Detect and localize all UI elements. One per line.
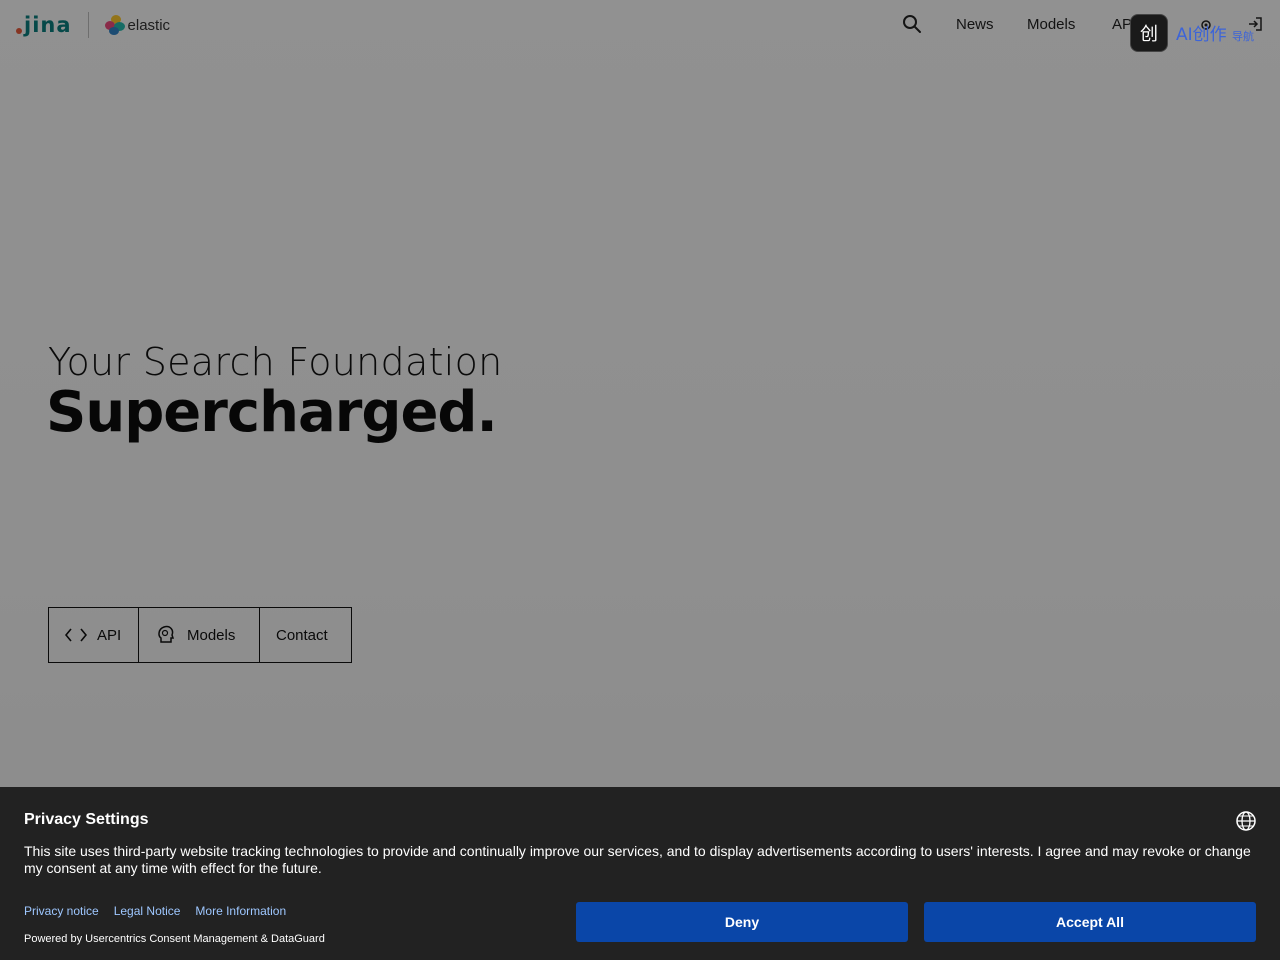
brand-logos[interactable]: jina elastic	[16, 12, 170, 38]
search-icon[interactable]	[902, 14, 922, 34]
nav-models-link[interactable]: Models	[1027, 16, 1075, 33]
brain-head-icon	[158, 625, 175, 643]
hero-api-label: API	[97, 626, 122, 644]
extension-sublabel: 导航	[1232, 30, 1254, 43]
hero-contact-label: Contact	[276, 626, 328, 644]
accept-all-button[interactable]: Accept All	[924, 902, 1256, 942]
more-information-link[interactable]: More Information	[195, 904, 286, 918]
code-icon	[65, 628, 87, 642]
hero-title: Supercharged.	[46, 380, 498, 445]
deny-button[interactable]: Deny	[576, 902, 908, 942]
privacy-consent-banner: Privacy Settings This site uses third-pa…	[0, 787, 1280, 960]
hero-api-button[interactable]: API	[49, 608, 139, 662]
jina-logo-text: jina	[24, 13, 72, 37]
hero-models-label: Models	[187, 626, 236, 644]
consent-description: This site uses third-party website track…	[24, 843, 1251, 876]
hero-contact-button[interactable]: Contact	[260, 608, 351, 662]
jina-logo-dot	[16, 28, 22, 34]
legal-notice-link[interactable]: Legal Notice	[114, 904, 181, 918]
hero-button-group: API Models Contact	[48, 607, 352, 663]
brand-divider	[87, 12, 89, 38]
consent-powered-by: Powered by Usercentrics Consent Manageme…	[24, 933, 325, 945]
jina-logo[interactable]: jina	[16, 14, 72, 36]
elastic-logo[interactable]: elastic	[104, 15, 171, 35]
consent-title: Privacy Settings	[24, 811, 149, 828]
hero-models-button[interactable]: Models	[139, 608, 260, 662]
elastic-logo-icon	[104, 15, 125, 35]
hero-subtitle: Your Search Foundation	[48, 340, 503, 384]
extension-icon[interactable]: 创	[1130, 14, 1168, 52]
extension-label[interactable]: AI创作	[1176, 20, 1227, 45]
site-header: jina elastic News Models API	[0, 0, 1280, 50]
extension-widget[interactable]: 创 AI创作 导航	[1130, 14, 1270, 54]
privacy-notice-link[interactable]: Privacy notice	[24, 904, 99, 918]
language-globe-icon[interactable]	[1235, 810, 1257, 832]
consent-links: Privacy notice Legal Notice More Informa…	[24, 904, 301, 918]
elastic-logo-text: elastic	[127, 16, 171, 34]
nav-news-link[interactable]: News	[956, 16, 994, 33]
